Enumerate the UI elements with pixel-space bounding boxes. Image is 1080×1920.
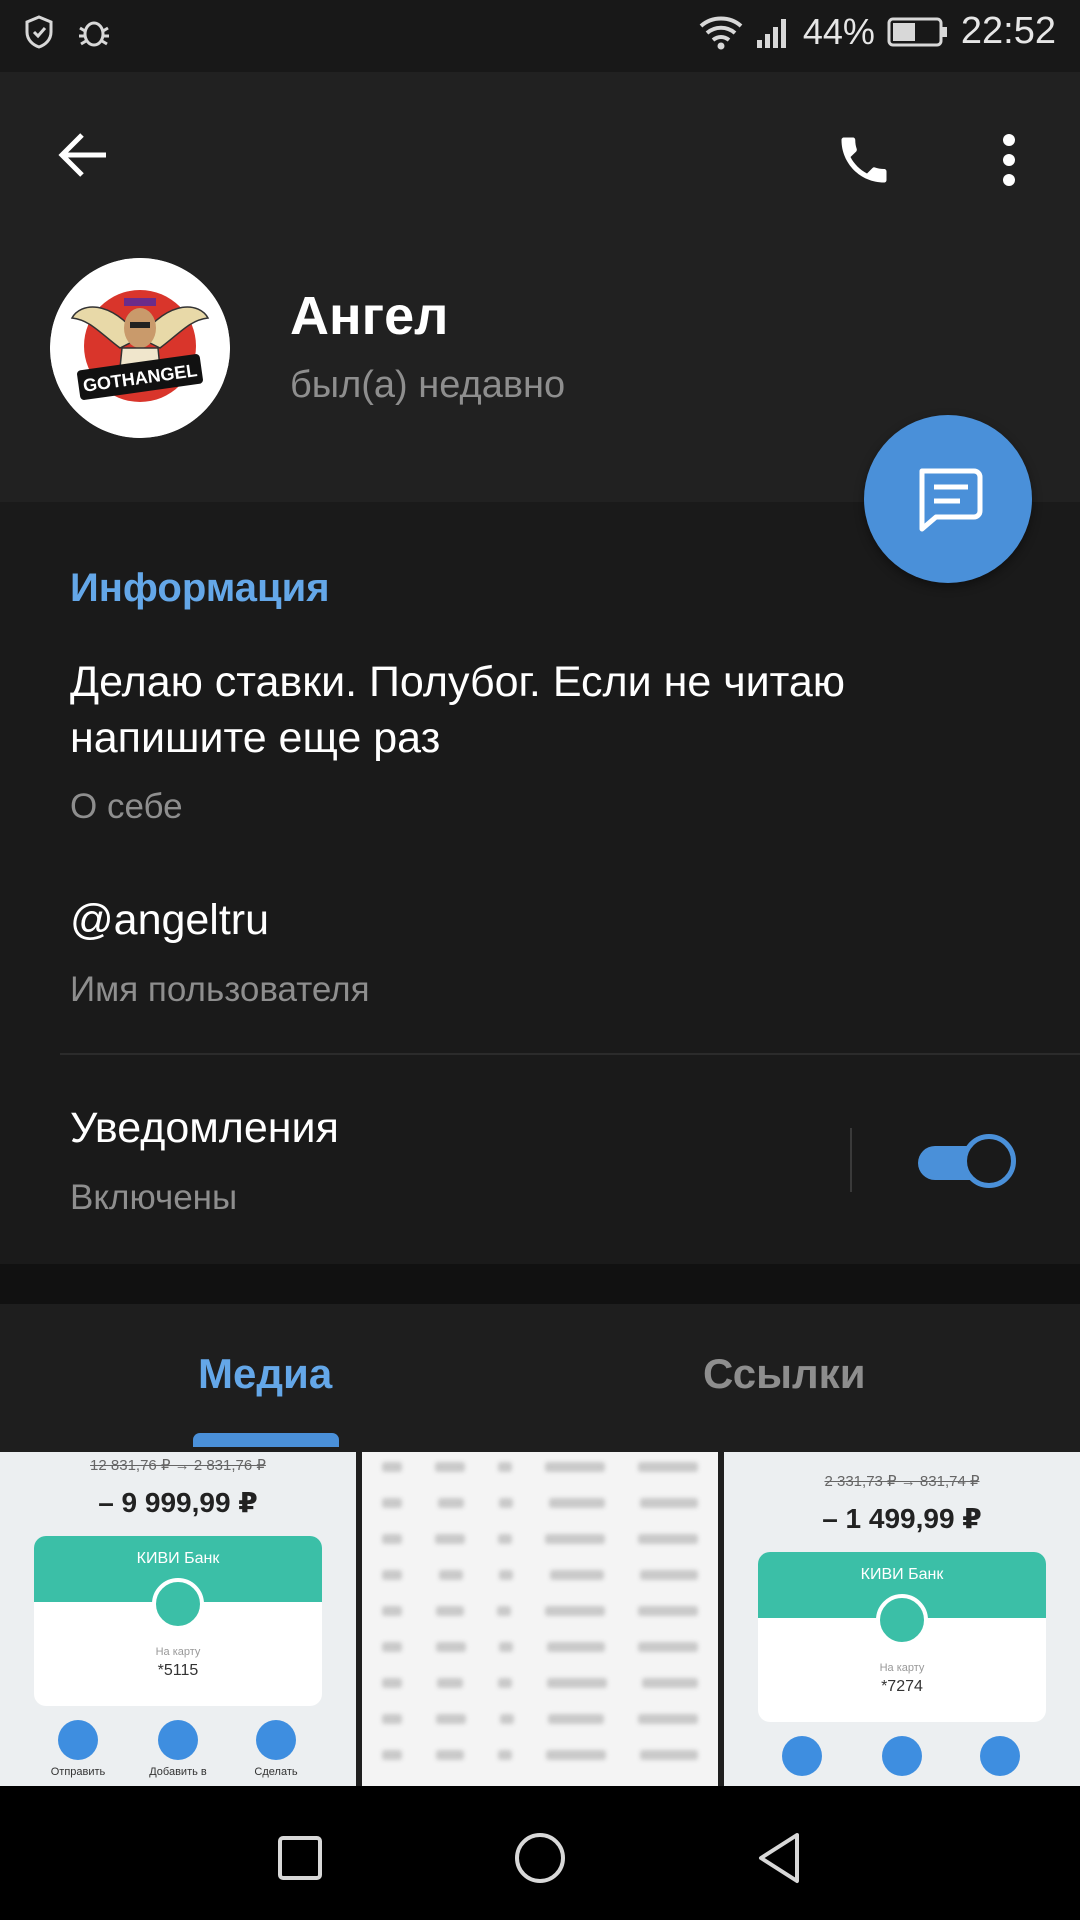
avatar[interactable]: GOTHANGEL — [50, 258, 230, 438]
bug-icon — [79, 21, 109, 47]
bank-name: КИВИ Банк — [136, 1550, 220, 1567]
tab-media[interactable]: Медиа — [198, 1350, 332, 1398]
bio-label: О себе — [70, 787, 183, 826]
battery-percent: 44% — [802, 10, 875, 52]
card-number: *5115 — [157, 1662, 199, 1679]
repeat-icon — [980, 1736, 1020, 1776]
send-icon — [58, 1720, 98, 1760]
divider — [60, 1053, 1080, 1055]
battery-icon — [887, 17, 947, 46]
back-nav-button[interactable] — [740, 1818, 820, 1898]
to-card-label: На карту — [155, 1646, 201, 1658]
media-thumbnail[interactable]: 12 831,76 ₽ → 2 831,76 ₽ – 9 999,99 ₽ КИ… — [0, 1452, 356, 1786]
section-gap — [0, 1264, 1080, 1304]
amount: – 9 999,99 ₽ — [98, 1487, 258, 1518]
amount: – 1 499,99 ₽ — [822, 1503, 982, 1534]
send-icon — [782, 1736, 822, 1776]
notifications-toggle[interactable] — [914, 1132, 1018, 1190]
notifications-status: Включены — [70, 1178, 238, 1217]
back-arrow-icon — [58, 133, 106, 177]
old-balance: 2 331,73 ₽ → 831,74 ₽ — [824, 1473, 980, 1490]
clock: 22:52 — [960, 10, 1056, 52]
tab-links[interactable]: Ссылки — [703, 1350, 866, 1398]
recent-apps-button[interactable] — [260, 1818, 340, 1898]
avatar-image: GOTHANGEL — [50, 258, 230, 438]
star-icon — [158, 1720, 198, 1760]
to-card-label: На карту — [879, 1662, 925, 1674]
card-number: *7274 — [881, 1678, 923, 1695]
media-tabs — [0, 1304, 1080, 1450]
card-icon — [876, 1594, 928, 1646]
info-section-title: Информация — [70, 566, 330, 610]
action-label: Сделать — [254, 1766, 298, 1778]
send-message-button[interactable] — [864, 415, 1032, 583]
back-triangle-icon — [759, 1833, 799, 1883]
bank-card: КИВИ Банк На карту *5115 — [34, 1536, 322, 1706]
notifications-title[interactable]: Уведомления — [70, 1104, 339, 1153]
card-icon — [152, 1578, 204, 1630]
message-icon — [919, 468, 983, 532]
toggle-knob — [962, 1134, 1016, 1188]
bank-name: КИВИ Банк — [860, 1566, 944, 1583]
bank-card: КИВИ Банк На карту *7274 — [758, 1552, 1046, 1722]
recent-apps-icon — [278, 1836, 322, 1880]
more-options-button[interactable] — [972, 118, 1046, 202]
phone-icon — [841, 137, 887, 183]
shield-icon — [25, 15, 53, 49]
signal-icon — [756, 18, 786, 48]
old-balance: 12 831,76 ₽ → 2 831,76 ₽ — [90, 1457, 266, 1474]
home-icon — [515, 1833, 565, 1883]
call-button[interactable] — [822, 118, 906, 202]
username[interactable]: @angeltru — [70, 896, 269, 945]
bio-text[interactable]: Делаю ставки. Полубог. Если не читаю нап… — [70, 654, 1030, 766]
last-seen-status: был(а) недавно — [290, 364, 566, 406]
action-label: Отправить — [50, 1766, 106, 1778]
vertical-divider — [850, 1128, 852, 1192]
username-label: Имя пользователя — [70, 970, 370, 1009]
star-icon — [882, 1736, 922, 1776]
status-left-icons — [24, 14, 112, 50]
home-button[interactable] — [500, 1818, 580, 1898]
repeat-icon — [256, 1720, 296, 1760]
action-label: Добавить в — [149, 1766, 207, 1778]
more-vert-icon — [1003, 134, 1015, 186]
wifi-icon — [699, 16, 743, 49]
media-thumbnail[interactable]: 2 331,73 ₽ → 831,74 ₽ – 1 499,99 ₽ КИВИ … — [724, 1452, 1080, 1786]
status-right-icons: 44% 22:52 — [699, 10, 1056, 53]
profile-name: Ангел — [290, 286, 449, 346]
media-thumbnail-blurred[interactable] — [362, 1452, 718, 1786]
tab-indicator — [193, 1433, 339, 1447]
back-button[interactable] — [46, 118, 120, 192]
